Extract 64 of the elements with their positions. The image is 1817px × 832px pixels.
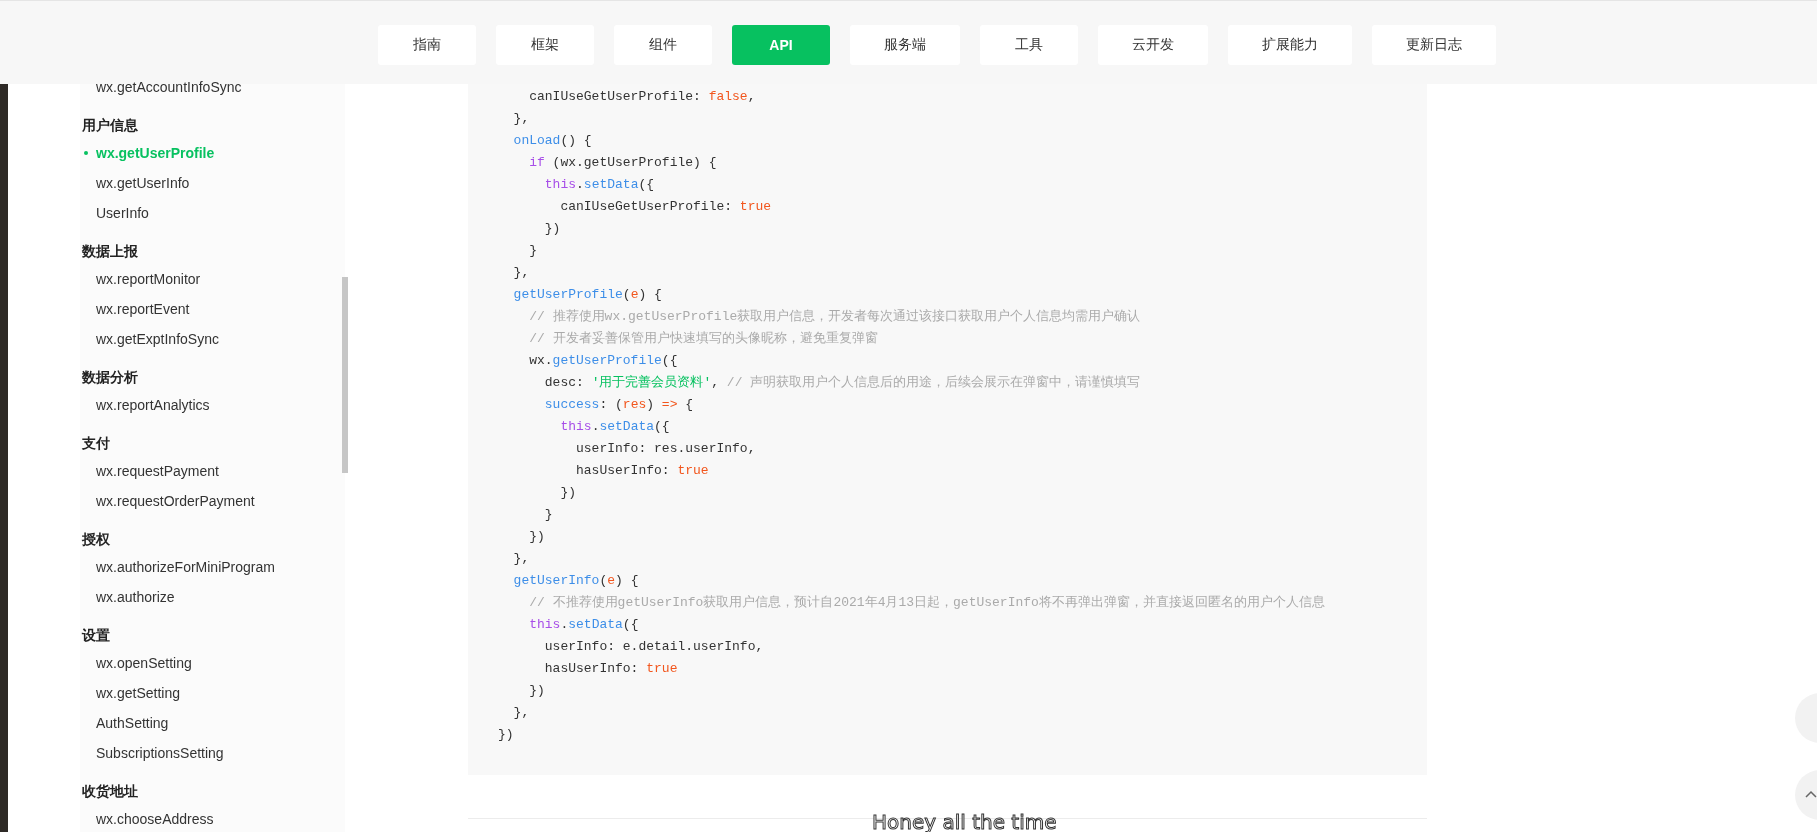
- sidebar-item[interactable]: wx.getSetting: [82, 678, 345, 708]
- code-line: userInfo: e.detail.userInfo,: [543, 638, 765, 656]
- bullet-icon: [84, 151, 88, 155]
- sidebar-item[interactable]: wx.getUserInfo: [82, 168, 345, 198]
- code-line: }): [498, 726, 515, 744]
- code-line: getUserInfo(e) {: [512, 572, 640, 590]
- sidebar-item[interactable]: wx.openSetting: [82, 648, 345, 678]
- sidebar-heading: 支付: [82, 434, 111, 453]
- sidebar-item[interactable]: wx.authorizeForMiniProgram: [82, 552, 345, 582]
- sidebar-item[interactable]: wx.getAccountInfoSync: [82, 72, 345, 102]
- code-line: canIUseGetUserProfile: true: [559, 198, 773, 216]
- sidebar-item[interactable]: wx.authorize: [82, 582, 345, 612]
- nav-tab[interactable]: 更新日志: [1372, 24, 1496, 65]
- sidebar-heading: 数据分析: [82, 368, 139, 387]
- nav-tab[interactable]: 云开发: [1098, 24, 1208, 65]
- sidebar-item[interactable]: UserInfo: [82, 198, 345, 228]
- code-line: }): [528, 682, 546, 700]
- sidebar-item[interactable]: wx.chooseAddress: [82, 804, 345, 832]
- sidebar-item[interactable]: wx.reportEvent: [82, 294, 345, 324]
- code-line: }): [528, 528, 546, 546]
- sidebar-item[interactable]: wx.requestOrderPayment: [82, 486, 345, 516]
- code-line: canIUseGetUserProfile: false,: [528, 88, 757, 106]
- scrollbar-thumb[interactable]: [342, 277, 348, 473]
- code-line: }): [543, 220, 562, 238]
- code-line: }: [543, 506, 554, 524]
- sidebar-heading: 用户信息: [82, 116, 139, 135]
- code-line: // 不推荐使用getUserInfo获取用户信息，预计自2021年4月13日起，getUserInfo将不再弹出弹窗，并直接返回匿名的用户个人信息: [528, 594, 1326, 612]
- nav-tab[interactable]: 框架: [496, 24, 594, 65]
- code-line: hasUserInfo: true: [575, 462, 710, 480]
- code-line: this.setData({: [543, 176, 656, 194]
- sidebar-heading: 授权: [82, 530, 111, 549]
- code-line: },: [512, 110, 531, 128]
- sidebar-item[interactable]: wx.getExptInfoSync: [82, 324, 345, 354]
- sidebar-heading: 数据上报: [82, 242, 139, 261]
- code-line: this.setData({: [528, 616, 640, 634]
- code-line: getUserProfile(e) {: [512, 286, 663, 304]
- sidebar-item[interactable]: wx.requestPayment: [82, 456, 345, 486]
- nav-tab[interactable]: 指南: [378, 24, 476, 65]
- code-line: }): [559, 484, 577, 502]
- code-line: },: [512, 264, 531, 282]
- code-line: onLoad() {: [512, 132, 593, 150]
- caret-up-icon: [1805, 790, 1817, 798]
- nav-tab[interactable]: 工具: [980, 24, 1078, 65]
- sidebar-item[interactable]: AuthSetting: [82, 708, 345, 738]
- code-line: }: [528, 242, 538, 260]
- sidebar-item[interactable]: wx.reportMonitor: [82, 264, 345, 294]
- sidebar-item[interactable]: wx.reportAnalytics: [82, 390, 345, 420]
- code-line: // 推荐使用wx.getUserProfile获取用户信息，开发者每次通过该接口获取用户个人信息均需用户确认: [528, 308, 1142, 326]
- code-line: // 开发者妥善保管用户快速填写的头像昵称，避免重复弹窗: [528, 330, 879, 348]
- code-line: success: (res) => {: [543, 396, 695, 414]
- sidebar-heading: 收货地址: [82, 782, 139, 801]
- code-line: this.setData({: [559, 418, 671, 436]
- code-line: wx.getUserProfile({: [528, 352, 679, 370]
- sidebar-heading: 设置: [82, 626, 111, 645]
- nav-tab[interactable]: 服务端: [850, 24, 960, 65]
- code-line: if (wx.getUserProfile) {: [528, 154, 718, 172]
- code-line: desc: '用于完善会员资料', // 声明获取用户个人信息后的用途，后续会展示在弹窗中，请谨慎填写: [543, 374, 1142, 392]
- code-line: userInfo: res.userInfo,: [575, 440, 757, 458]
- sidebar-item[interactable]: SubscriptionsSetting: [82, 738, 345, 768]
- code-line: },: [512, 550, 531, 568]
- code-line: hasUserInfo: true: [543, 660, 679, 678]
- nav-tab[interactable]: 扩展能力: [1228, 24, 1352, 65]
- nav-tab[interactable]: 组件: [614, 24, 712, 65]
- code-line: },: [512, 704, 531, 722]
